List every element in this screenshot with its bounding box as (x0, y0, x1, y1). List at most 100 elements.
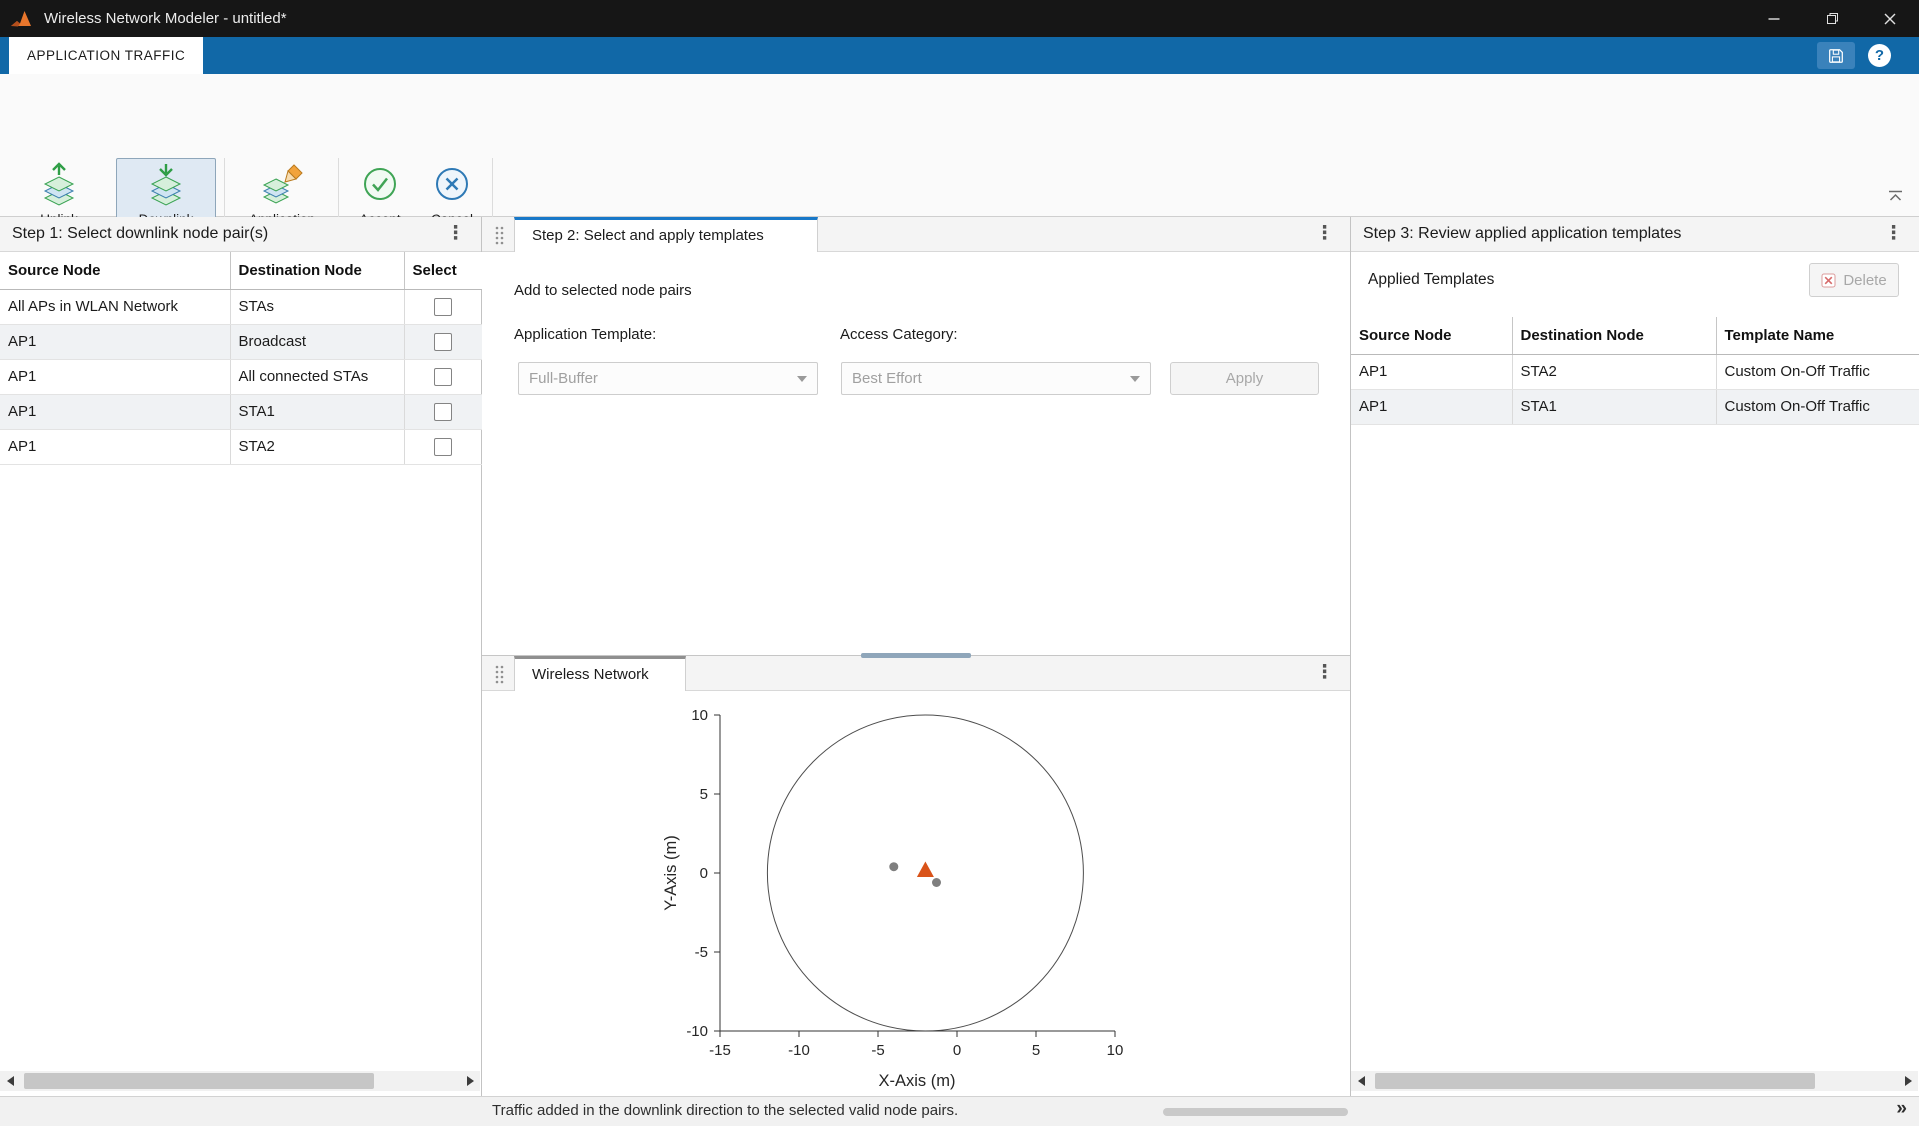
source-node-cell: AP1 (0, 324, 230, 359)
minimize-icon (1768, 13, 1780, 25)
destination-node-cell: All connected STAs (230, 359, 404, 394)
step1-menu-icon[interactable]: ⋮ (446, 223, 465, 245)
select-checkbox[interactable] (434, 403, 452, 421)
window-title: Wireless Network Modeler - untitled* (44, 10, 287, 27)
svg-text:-5: -5 (871, 1042, 884, 1059)
network-plot-area: -15 -10 -5 0 5 10 10 5 0 -5 -10 X-Axis (… (482, 691, 1350, 1096)
column-header-source-node: Source Node (0, 252, 230, 289)
restore-icon (1826, 12, 1839, 25)
horizontal-scrollbar[interactable] (1351, 1071, 1918, 1091)
select-checkbox[interactable] (434, 368, 452, 386)
svg-text:-15: -15 (709, 1042, 731, 1059)
step3-panel: Step 3: Review applied application templ… (1351, 217, 1919, 1096)
window-controls (1745, 0, 1919, 37)
destination-node-cell: STAs (230, 289, 404, 324)
application-template-label: Application Template: (514, 326, 656, 343)
network-panel-header: Wireless Network ⋮ (482, 656, 1350, 691)
select-checkbox[interactable] (434, 438, 452, 456)
node-pair-row[interactable]: AP1 All connected STAs (0, 359, 482, 394)
step2-subpanel: Step 2: Select and apply templates ⋮ Add… (482, 217, 1350, 655)
drag-handle-icon[interactable] (494, 225, 504, 245)
status-expand-icon[interactable]: » (1896, 1098, 1907, 1120)
node-pair-row[interactable]: All APs in WLAN Network STAs (0, 289, 482, 324)
application-template-dropdown[interactable]: Full-Buffer (518, 362, 818, 395)
apply-button[interactable]: Apply (1170, 362, 1319, 395)
node-pair-row[interactable]: AP1 Broadcast (0, 324, 482, 359)
destination-node-cell: STA2 (230, 429, 404, 464)
table-header-row: Source Node Destination Node Select (0, 252, 482, 289)
step1-panel-header: Step 1: Select downlink node pair(s) ⋮ (0, 217, 481, 252)
workspace: Step 1: Select downlink node pair(s) ⋮ S… (0, 217, 1919, 1096)
step2-and-network-panel: Step 2: Select and apply templates ⋮ Add… (482, 217, 1351, 1096)
svg-text:-5: -5 (695, 944, 708, 961)
wireless-network-subpanel: Wireless Network ⋮ (482, 655, 1350, 1096)
matlab-logo-icon (10, 8, 32, 30)
scrollbar-thumb[interactable] (24, 1073, 374, 1089)
downlink-application-icon (144, 162, 188, 206)
splitter-handle[interactable] (861, 653, 971, 658)
source-node-cell: AP1 (1351, 389, 1512, 424)
step3-panel-header: Step 3: Review applied application templ… (1351, 217, 1919, 252)
scroll-left-icon (1358, 1076, 1365, 1086)
column-header-source-node: Source Node (1351, 317, 1512, 354)
svg-text:Y-Axis (m): Y-Axis (m) (662, 835, 680, 910)
applied-template-row[interactable]: AP1 STA1 Custom On-Off Traffic (1351, 389, 1919, 424)
source-node-cell: AP1 (1351, 354, 1512, 389)
template-name-cell: Custom On-Off Traffic (1716, 354, 1919, 389)
title-bar[interactable]: Wireless Network Modeler - untitled* (0, 0, 1919, 37)
network-menu-icon[interactable]: ⋮ (1315, 662, 1334, 684)
drag-handle-icon[interactable] (494, 664, 504, 684)
app-window: Wireless Network Modeler - untitled* APP… (0, 0, 1919, 1126)
network-tab-label: Wireless Network (532, 666, 649, 683)
scroll-right-button[interactable] (1898, 1071, 1918, 1091)
access-category-label: Access Category: (840, 326, 958, 343)
svg-text:5: 5 (1032, 1042, 1040, 1059)
column-header-select: Select (404, 252, 482, 289)
column-header-destination-node: Destination Node (230, 252, 404, 289)
access-category-dropdown[interactable]: Best Effort (841, 362, 1151, 395)
access-category-value: Best Effort (842, 363, 922, 394)
node-pairs-table: Source Node Destination Node Select All … (0, 252, 483, 465)
application-template-value: Full-Buffer (519, 363, 598, 394)
step2-menu-icon[interactable]: ⋮ (1315, 223, 1334, 245)
delete-button[interactable]: Delete (1809, 263, 1899, 297)
source-node-cell: AP1 (0, 429, 230, 464)
template-name-cell: Custom On-Off Traffic (1716, 389, 1919, 424)
applied-template-row[interactable]: AP1 STA2 Custom On-Off Traffic (1351, 354, 1919, 389)
column-header-template-name: Template Name (1716, 317, 1919, 354)
horizontal-scrollbar[interactable] (0, 1071, 480, 1091)
accept-icon (358, 162, 402, 206)
scrollbar-thumb[interactable] (1375, 1073, 1815, 1089)
tab-wireless-network[interactable]: Wireless Network (514, 656, 686, 691)
maximize-button[interactable] (1803, 0, 1861, 37)
select-checkbox[interactable] (434, 333, 452, 351)
help-button[interactable]: ? (1868, 44, 1891, 67)
node-pair-row[interactable]: AP1 STA1 (0, 394, 482, 429)
scroll-left-icon (7, 1076, 14, 1086)
ap-node-marker (917, 862, 934, 878)
close-button[interactable] (1861, 0, 1919, 37)
scroll-left-button[interactable] (1351, 1071, 1371, 1091)
collapse-ribbon-button[interactable] (1888, 189, 1903, 207)
step2-tab-label: Step 2: Select and apply templates (532, 227, 764, 244)
select-checkbox[interactable] (434, 298, 452, 316)
save-button[interactable] (1817, 42, 1855, 69)
status-scrollbar-thumb[interactable] (1163, 1108, 1348, 1116)
minimize-button[interactable] (1745, 0, 1803, 37)
step3-title: Step 3: Review applied application templ… (1351, 217, 1681, 251)
node-pair-row[interactable]: AP1 STA2 (0, 429, 482, 464)
destination-node-cell: STA2 (1512, 354, 1716, 389)
scroll-right-button[interactable] (460, 1071, 480, 1091)
sta-node-marker (932, 878, 941, 887)
step3-menu-icon[interactable]: ⋮ (1884, 223, 1903, 245)
tab-step2[interactable]: Step 2: Select and apply templates (514, 217, 818, 252)
svg-text:10: 10 (691, 707, 708, 724)
svg-text:-10: -10 (686, 1023, 708, 1040)
scroll-right-icon (467, 1076, 474, 1086)
source-node-cell: AP1 (0, 359, 230, 394)
svg-text:5: 5 (700, 786, 708, 803)
tab-application-traffic[interactable]: APPLICATION TRAFFIC (9, 37, 203, 74)
source-node-cell: AP1 (0, 394, 230, 429)
scroll-left-button[interactable] (0, 1071, 20, 1091)
step1-title: Step 1: Select downlink node pair(s) (0, 217, 268, 251)
